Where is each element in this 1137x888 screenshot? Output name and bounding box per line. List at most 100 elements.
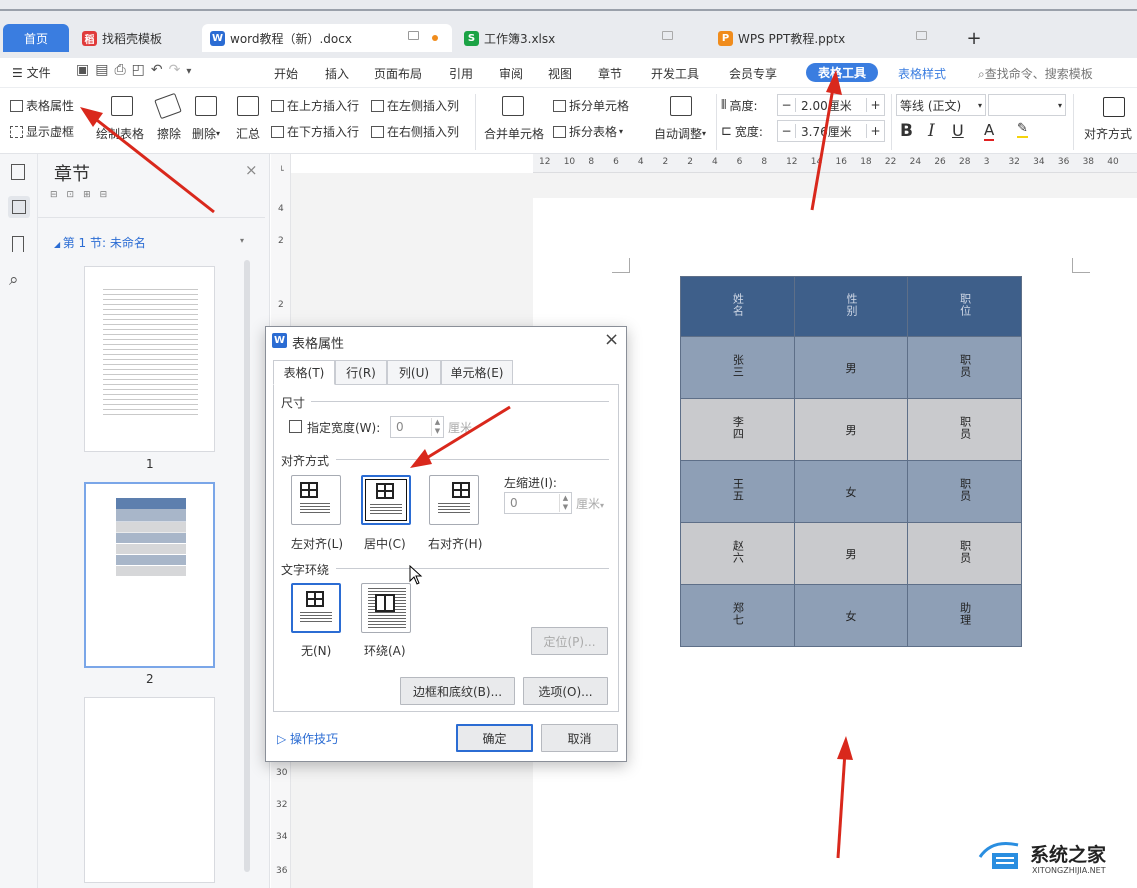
close-icon[interactable]: × <box>245 161 258 179</box>
highlight-icon[interactable]: ✎ <box>1017 121 1028 138</box>
table-cell[interactable]: 男 <box>845 548 856 561</box>
tab-word-doc[interactable]: Wword教程（新）.docx <box>202 24 452 52</box>
desktop-icon[interactable] <box>916 31 927 40</box>
menu-references[interactable]: 引用 <box>449 65 473 82</box>
align-center-option[interactable] <box>361 475 411 525</box>
document-table[interactable]: 姓名 性别 职位 张三 男 职员 李四 男 职员 王五 女 职员 赵六 男 职员… <box>680 276 1022 647</box>
menu-start[interactable]: 开始 <box>274 65 298 82</box>
menu-insert[interactable]: 插入 <box>325 65 349 82</box>
menu-table-style[interactable]: 表格样式 <box>898 65 946 82</box>
table-cell[interactable]: 职员 <box>957 416 973 440</box>
menu-member[interactable]: 会员专享 <box>729 65 777 82</box>
header-cell[interactable]: 姓名 <box>729 293 745 317</box>
outline-icon[interactable] <box>11 164 25 180</box>
close-icon[interactable]: × <box>604 329 619 350</box>
page-thumbnail-3[interactable] <box>84 697 215 883</box>
width-increase[interactable]: + <box>866 124 884 138</box>
split-cells-button[interactable]: 拆分单元格 <box>553 97 629 114</box>
add-section-icon[interactable]: ⊞ <box>83 190 100 200</box>
preview-icon[interactable]: ◰ <box>132 62 151 78</box>
split-table-button[interactable]: 拆分表格 ▾ <box>553 123 623 140</box>
menu-table-tools[interactable]: 表格工具 <box>806 63 879 82</box>
align-right-option[interactable] <box>429 475 479 525</box>
table-cell[interactable]: 男 <box>845 424 856 437</box>
width-spinner[interactable]: 0 ▲ ▼ <box>390 416 444 438</box>
more-icon[interactable]: ▾ <box>186 66 197 77</box>
tab-table[interactable]: 表格(T) <box>273 360 335 385</box>
auto-fit-button[interactable]: 自动调整 ▾ <box>654 125 706 142</box>
wrap-around-option[interactable] <box>361 583 411 633</box>
tab-home[interactable]: 首页 <box>3 24 69 52</box>
outline-controls[interactable]: ⊟⊡⊞⊟ <box>50 190 116 200</box>
export-icon[interactable]: ▤ <box>95 62 114 78</box>
menu-layout[interactable]: 页面布局 <box>374 65 422 82</box>
header-cell[interactable]: 职位 <box>957 293 973 317</box>
options-button[interactable]: 选项(O)... <box>523 677 608 705</box>
font-color-icon[interactable]: A <box>984 121 995 141</box>
tips-link[interactable]: ▷ 操作技巧 <box>277 730 338 747</box>
panel-scrollbar[interactable] <box>244 260 250 872</box>
table-cell[interactable]: 助理 <box>957 602 973 626</box>
wrap-none-option[interactable] <box>291 583 341 633</box>
width-field[interactable]: −3.76厘米 + <box>777 120 885 142</box>
erase-button[interactable]: 擦除 <box>157 125 181 142</box>
table-cell[interactable]: 郑七 <box>729 602 745 626</box>
height-value[interactable]: 2.00厘米 <box>796 97 866 114</box>
table-cell[interactable]: 职员 <box>957 478 973 502</box>
table-cell[interactable]: 赵六 <box>729 540 745 564</box>
merge-cells-button[interactable]: 合并单元格 <box>484 125 544 142</box>
tab-ppt[interactable]: P WPS PPT教程.pptx <box>710 24 955 52</box>
page-thumbnail-2[interactable] <box>84 482 215 668</box>
table-cell[interactable]: 男 <box>845 362 856 375</box>
spinner-arrows-icon[interactable]: ▲ ▼ <box>431 418 443 436</box>
collapse-all-icon[interactable]: ⊟ <box>50 190 67 200</box>
insert-below-button[interactable]: 在下方插入行 <box>271 123 359 140</box>
page-thumbnail-1[interactable] <box>84 266 215 452</box>
italic-icon[interactable]: I <box>928 121 935 141</box>
align-left-option[interactable] <box>291 475 341 525</box>
font-name-select[interactable]: 等线 (正文) ▾ <box>896 94 986 116</box>
expand-icon[interactable]: ⊡ <box>67 190 84 200</box>
width-value[interactable]: 3.76厘米 <box>796 123 866 140</box>
specify-width-checkbox[interactable] <box>289 420 302 433</box>
menu-chapter[interactable]: 章节 <box>598 65 622 82</box>
ok-button[interactable]: 确定 <box>456 724 533 752</box>
underline-icon[interactable]: U <box>952 121 964 140</box>
bold-icon[interactable]: B <box>900 121 913 141</box>
menu-developer[interactable]: 开发工具 <box>651 65 699 82</box>
table-cell[interactable]: 职员 <box>957 540 973 564</box>
insert-above-button[interactable]: 在上方插入行 <box>271 97 359 114</box>
font-size-select[interactable]: ▾ <box>988 94 1066 116</box>
borders-shading-button[interactable]: 边框和底纹(B)... <box>400 677 515 705</box>
menu-view[interactable]: 视图 <box>548 65 572 82</box>
new-tab-button[interactable]: + <box>960 24 988 52</box>
insert-left-button[interactable]: 在左侧插入列 <box>371 97 459 114</box>
table-cell[interactable]: 李四 <box>729 416 745 440</box>
tab-row[interactable]: 行(R) <box>335 360 387 385</box>
cancel-button[interactable]: 取消 <box>541 724 618 752</box>
insert-right-button[interactable]: 在右侧插入列 <box>371 123 459 140</box>
file-menu[interactable]: ☰ 文件 <box>12 64 51 81</box>
header-cell[interactable]: 性别 <box>843 293 859 317</box>
redo-icon[interactable]: ↷ <box>169 62 187 78</box>
show-grid-button[interactable]: 显示虚框 <box>10 123 74 140</box>
table-cell[interactable]: 王五 <box>729 478 745 502</box>
undo-icon[interactable]: ↶ <box>151 62 169 78</box>
quick-access-toolbar[interactable]: ▣▤⎙◰↶↷▾ <box>76 62 197 78</box>
table-cell[interactable]: 职员 <box>957 354 973 378</box>
width-decrease[interactable]: − <box>778 124 796 138</box>
tab-templates[interactable]: 稻找稻壳模板 <box>74 24 196 52</box>
table-props-button[interactable]: 表格属性 <box>10 97 74 114</box>
table-cell[interactable]: 女 <box>845 486 856 499</box>
print-icon[interactable]: ⎙ <box>114 62 131 78</box>
delete-button[interactable]: 删除 ▾ <box>192 125 220 142</box>
draw-table-button[interactable]: 绘制表格 <box>96 125 144 142</box>
height-increase[interactable]: + <box>866 98 884 112</box>
chapter-nav-icon[interactable] <box>8 196 30 218</box>
desktop-icon[interactable] <box>408 31 419 40</box>
menu-review[interactable]: 审阅 <box>499 65 523 82</box>
save-icon[interactable]: ▣ <box>76 62 95 78</box>
spinner-arrows-icon[interactable]: ▲ ▼ <box>559 494 571 512</box>
search-icon[interactable]: ⌕ <box>9 270 19 290</box>
height-decrease[interactable]: − <box>778 98 796 112</box>
